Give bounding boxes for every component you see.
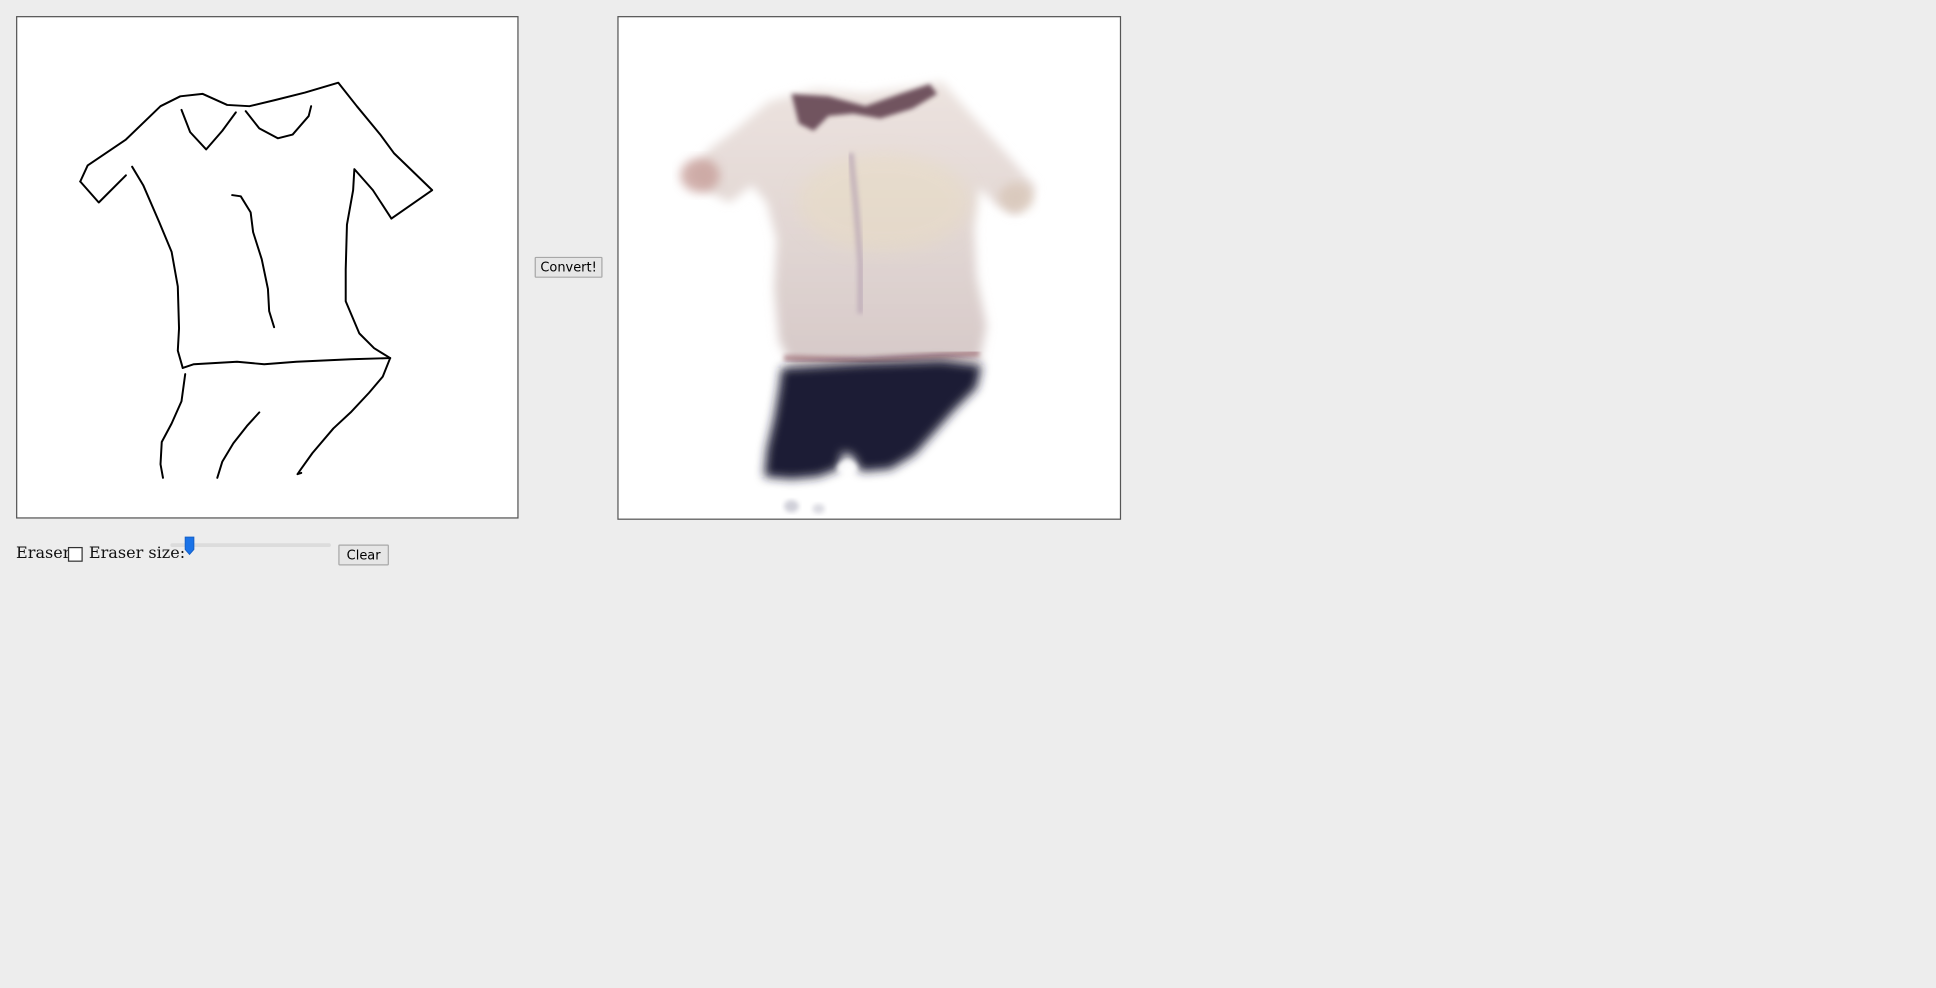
- output-canvas: [617, 16, 1122, 520]
- eraser-label: Eraser:: [16, 544, 76, 564]
- sketch-canvas[interactable]: [16, 16, 519, 519]
- clear-button[interactable]: Clear: [338, 544, 389, 566]
- eraser-checkbox[interactable]: [67, 546, 83, 562]
- eraser-size-label: Eraser size:: [88, 544, 186, 564]
- sketch-drawing: [79, 81, 434, 479]
- convert-button[interactable]: Convert!: [534, 256, 603, 278]
- generated-image: [680, 81, 1036, 514]
- app-stage: Convert! Eraser: Eraser size: Clear: [0, 0, 1936, 988]
- eraser-size-slider-thumb[interactable]: [184, 536, 195, 556]
